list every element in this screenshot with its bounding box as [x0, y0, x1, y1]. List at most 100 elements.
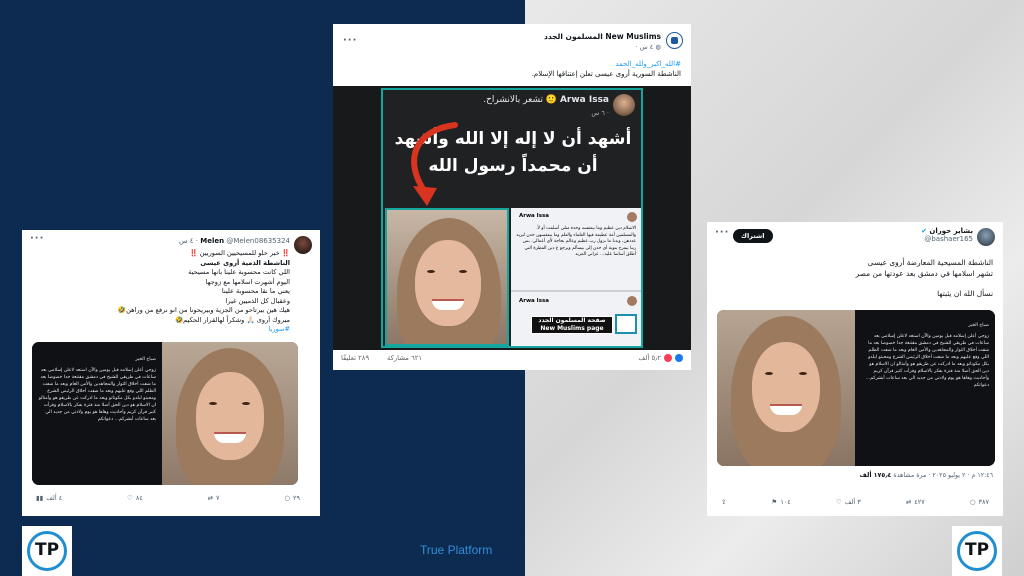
logo-letters: TP — [964, 540, 990, 560]
love-reaction-icon — [664, 354, 672, 362]
screenshot-text: صباح الخير زوجي أعلن إسلامه قبل يومين وا… — [38, 356, 156, 423]
page-name[interactable]: New Muslims المسلمون الجدد — [421, 32, 661, 41]
true-platform-logo-left: TP — [22, 526, 72, 576]
tweet-line: اليوم أشهرت اسلامها مع زوجها — [205, 277, 290, 286]
reactions-count: ٥٫٢ ألف — [638, 354, 661, 362]
inner-name: Arwa Issa — [559, 95, 609, 105]
screenshot-text: صباح الخير زوجي أعلن إسلامه قبل يومين وا… — [861, 322, 989, 389]
subscribe-button[interactable]: اشتراك — [733, 229, 773, 243]
eye — [459, 270, 467, 273]
tweet-image[interactable]: صباح الخير زوجي أعلن إسلامه قبل يومين وا… — [717, 310, 995, 466]
logo-letters: TP — [34, 540, 60, 560]
tweet-line: الناشطة المسيحية المعارضة أروى عيسى — [867, 258, 993, 267]
text-screenshot-panel: صباح الخير زوجي أعلن إسلامه قبل يومين وا… — [32, 342, 162, 485]
share-icon: ⇪ — [721, 498, 727, 506]
share-button[interactable]: ⇪ — [721, 498, 726, 506]
post-caption: الناشطة السورية أروى عيسى تعلن إعتناقها … — [531, 69, 681, 78]
bookmark-icon: ⚑ — [771, 498, 778, 506]
reactions[interactable]: ٥٫٢ ألف — [638, 354, 683, 362]
face — [415, 240, 481, 326]
views-icon: ▮▮ — [36, 494, 44, 502]
reply-button[interactable]: ○ ٣٨٧ — [970, 498, 989, 506]
portrait-photo — [717, 310, 855, 466]
eye — [427, 270, 435, 273]
face — [196, 372, 264, 460]
tweet-body: ‼️ خبر حلو للمسيحيين السوريين ‼️ الناشطة… — [50, 249, 290, 335]
repost-icon: ⇄ — [905, 498, 912, 506]
true-platform-logo-right: TP — [952, 526, 1002, 576]
tweet-line: هيك هين بيرتاحو من الجزية وبيريحونا من ا… — [117, 306, 290, 314]
avatar[interactable] — [294, 236, 312, 254]
bookmark-button[interactable]: ⚑ ١٠٤ — [772, 498, 791, 506]
tweet-line: يعني ما نقا محسوبة علينا — [221, 287, 290, 295]
like-button[interactable]: ♡ ٣ ألف — [836, 498, 861, 506]
watermark: صفحة المسلمون الجدد New Muslims page — [531, 316, 613, 334]
inner-avatar — [613, 94, 635, 116]
mini-name-2: Arwa Issa — [519, 298, 549, 304]
tweet-meta: ١٢:٤٦ م · ٢ يوليو ٢٠٢٥ · مرة مشاهدة ١٧٥٫… — [717, 472, 993, 479]
inner-time: ٦ س · — [591, 109, 609, 117]
framed-screenshot: Arwa Issa 🙂 تشعر بالانشراح. ٦ س · أشهد أ… — [381, 88, 643, 348]
heart-icon: ♡ — [835, 498, 842, 506]
more-icon[interactable]: ··· — [30, 233, 44, 244]
mouth — [432, 299, 464, 310]
author-row: بشاير حوران ✔ — [833, 227, 973, 235]
portrait-photo — [385, 208, 509, 346]
screenshot-title: صباح الخير — [135, 357, 156, 362]
smile-icon: 🙂 — [542, 95, 558, 105]
post-image[interactable]: Arwa Issa 🙂 تشعر بالانشراح. ٦ س · أشهد أ… — [333, 86, 691, 350]
action-bar: ⇪ ⚑ ١٠٤ ♡ ٣ ألف ⇄ ٤٢٧ ○ ٣٨٧ — [721, 498, 989, 506]
watermark-english: New Muslims page — [540, 325, 604, 332]
author-name[interactable]: بشاير حوران — [929, 227, 973, 235]
views-button[interactable]: ▮▮ ٤ ألف — [36, 494, 62, 502]
mouth — [770, 404, 802, 415]
divider — [511, 290, 641, 292]
screenshot-body: زوجي أعلن إسلامه قبل يومين والآن استعد ل… — [38, 368, 156, 422]
hashtag-link[interactable]: #سوريا — [50, 325, 291, 335]
inner-header: Arwa Issa 🙂 تشعر بالانشراح. — [409, 95, 609, 105]
tweet-line: مبروك أروى 🙏🏻 وشكراً لهالقرار الحكيم🤣 — [174, 315, 290, 324]
reply-button[interactable]: ○ ٢٩ — [284, 494, 300, 502]
mini-name: Arwa Issa — [519, 213, 549, 219]
right-tweet-card: بشاير حوران ✔ @bashaer165 اشتراك ··· الن… — [707, 222, 1003, 516]
action-bar: ▮▮ ٤ ألف ♡ ٨٤ ⇄ ٧ ○ ٢٩ — [36, 494, 300, 502]
more-icon[interactable]: ··· — [343, 35, 357, 46]
like-button[interactable]: ♡ ٨٤ — [127, 494, 143, 502]
repost-button[interactable]: ⇄ ٧ — [208, 494, 220, 502]
book-icon — [671, 37, 678, 44]
screenshot-title: صباح الخير — [968, 323, 989, 328]
mini-avatar — [627, 212, 637, 222]
tweet-line: تشهر اسلامها في دمشق بعد عودتها من مصر — [855, 268, 993, 278]
shares-count[interactable]: ٦٢١ مشاركة — [387, 354, 422, 362]
page-avatar[interactable] — [666, 32, 683, 49]
handle: @bashaer165 — [924, 235, 973, 243]
globe-icon: ◍ — [653, 43, 661, 51]
tweet-line: نسأل الله ان يثبتها — [937, 289, 993, 298]
tweet-body: الناشطة المسيحية المعارضة أروى عيسى تشهر… — [723, 258, 993, 300]
tweet-image[interactable]: صباح الخير زوجي أعلن إسلامه قبل يومين وا… — [32, 342, 298, 485]
mini-text: الاسلام دين عظيم وما يبعقسه وحدة متلي أس… — [516, 226, 636, 257]
tweet-header: Melen @Melen08635324 · ٤ س — [60, 237, 290, 245]
repost-button[interactable]: ⇄ ٤٢٧ — [906, 498, 925, 506]
mini-avatar — [627, 296, 637, 306]
screenshot-body: زوجي أعلن إسلامه قبل يومين والآن استعد ل… — [865, 334, 989, 388]
views-count: ١٧٥٫٤ ألف — [859, 472, 892, 479]
avatar[interactable] — [977, 228, 995, 246]
watermark-arabic: صفحة المسلمون الجدد — [538, 317, 606, 324]
eye — [799, 372, 807, 375]
inner-feeling: تشعر بالانشراح. — [483, 95, 543, 105]
repost-icon: ⇄ — [207, 494, 214, 502]
author-name[interactable]: Melen — [200, 237, 224, 245]
reply-icon: ○ — [969, 498, 976, 506]
tweet-line: اللي كانت محسوبة علينا بانها مسيحية — [188, 268, 290, 276]
tweet-line: الناشطة الذمية أروى عيسى — [200, 258, 290, 267]
hashtag-link[interactable]: #الله_اكبر_ولله_الحمد — [351, 60, 681, 70]
more-icon[interactable]: ··· — [715, 227, 729, 238]
book-logo-icon — [615, 314, 637, 334]
comments-count[interactable]: ٢٨٩ تعليقًا — [341, 354, 369, 362]
tweet-line: ‼️ خبر حلو للمسيحيين السوريين ‼️ — [189, 249, 290, 257]
eye — [765, 372, 773, 375]
face — [752, 342, 820, 432]
center-facebook-post: New Muslims المسلمون الجدد ◍ ٤ س · ··· #… — [333, 24, 691, 370]
text-screenshot-panel: صباح الخير زوجي أعلن إسلامه قبل يومين وا… — [855, 310, 995, 466]
